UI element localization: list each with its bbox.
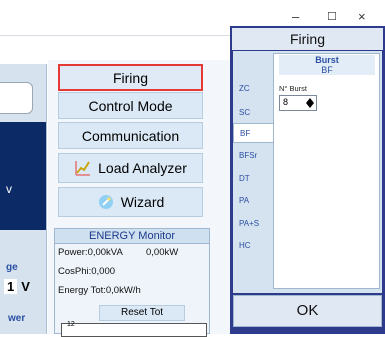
- energy-monitor: ENERGY Monitor Power:0,00kVA 0,00kW CosP…: [54, 228, 210, 337]
- left-dark-display-text: v: [6, 182, 12, 196]
- left-dark-display: [0, 122, 46, 230]
- maximize-button[interactable]: ☐: [327, 10, 337, 23]
- communication-button-label: Communication: [81, 127, 180, 144]
- power-label: wer: [8, 313, 26, 324]
- tab-pa[interactable]: PA: [233, 191, 269, 211]
- n-burst-spinner[interactable]: 8: [279, 95, 317, 111]
- wizard-icon: [97, 193, 115, 211]
- tab-bf[interactable]: BF: [233, 123, 273, 143]
- n-burst-value[interactable]: 8: [283, 97, 288, 107]
- load-analyzer-button-label: Load Analyzer: [98, 160, 187, 176]
- power-kw-readout: 0,00kW: [146, 247, 179, 258]
- cosphi-readout: CosPhi:0,000: [58, 266, 116, 277]
- tab-hc[interactable]: HC: [233, 236, 269, 256]
- burst-title: Burst: [315, 55, 339, 65]
- energy-graph: [61, 323, 207, 337]
- reset-total-button[interactable]: Reset Tot: [99, 305, 185, 321]
- chart-icon: [74, 159, 92, 177]
- wizard-button[interactable]: Wizard: [58, 187, 203, 217]
- firing-button[interactable]: Firing: [58, 64, 203, 91]
- control-mode-button[interactable]: Control Mode: [58, 92, 203, 119]
- n-burst-label: N° Burst: [279, 84, 308, 93]
- firing-button-label: Firing: [112, 69, 148, 86]
- energy-graph-tick: 12: [67, 321, 75, 328]
- left-input-field[interactable]: [0, 82, 33, 114]
- tab-sc[interactable]: SC: [233, 103, 269, 123]
- tab-bfsr[interactable]: BFSr: [233, 146, 269, 166]
- dialog-title: Firing: [232, 28, 383, 50]
- burst-header: Burst BF: [279, 55, 375, 75]
- ok-button[interactable]: OK: [233, 295, 382, 327]
- firing-dialog: Firing ZC SC BF BFSr DT PA PA+S HC Burst…: [230, 26, 385, 334]
- dialog-body: ZC SC BF BFSr DT PA PA+S HC Burst BF N° …: [233, 51, 382, 293]
- energy-total-readout: Energy Tot:0,0kW/h: [58, 285, 141, 296]
- power-kva-readout: Power:0,00kVA: [58, 247, 123, 258]
- control-mode-button-label: Control Mode: [88, 97, 173, 114]
- close-button[interactable]: ×: [358, 9, 366, 24]
- load-analyzer-button[interactable]: Load Analyzer: [58, 153, 203, 183]
- voltage-label: ge: [6, 262, 18, 273]
- tab-dt[interactable]: DT: [233, 169, 269, 189]
- minimize-button[interactable]: –: [292, 9, 299, 24]
- wizard-button-label: Wizard: [120, 194, 165, 210]
- voltage-value: 1V: [4, 276, 42, 298]
- voltage-number: 1: [4, 279, 18, 294]
- voltage-unit: V: [21, 279, 30, 294]
- energy-monitor-title: ENERGY Monitor: [55, 229, 209, 244]
- tab-zc[interactable]: ZC: [233, 79, 269, 99]
- communication-button[interactable]: Communication: [58, 122, 203, 149]
- spin-down-arrow-icon[interactable]: [306, 103, 314, 108]
- burst-settings-panel: Burst BF N° Burst 8: [273, 53, 380, 289]
- burst-subtitle: BF: [321, 65, 333, 75]
- tab-pa-s[interactable]: PA+S: [233, 214, 269, 234]
